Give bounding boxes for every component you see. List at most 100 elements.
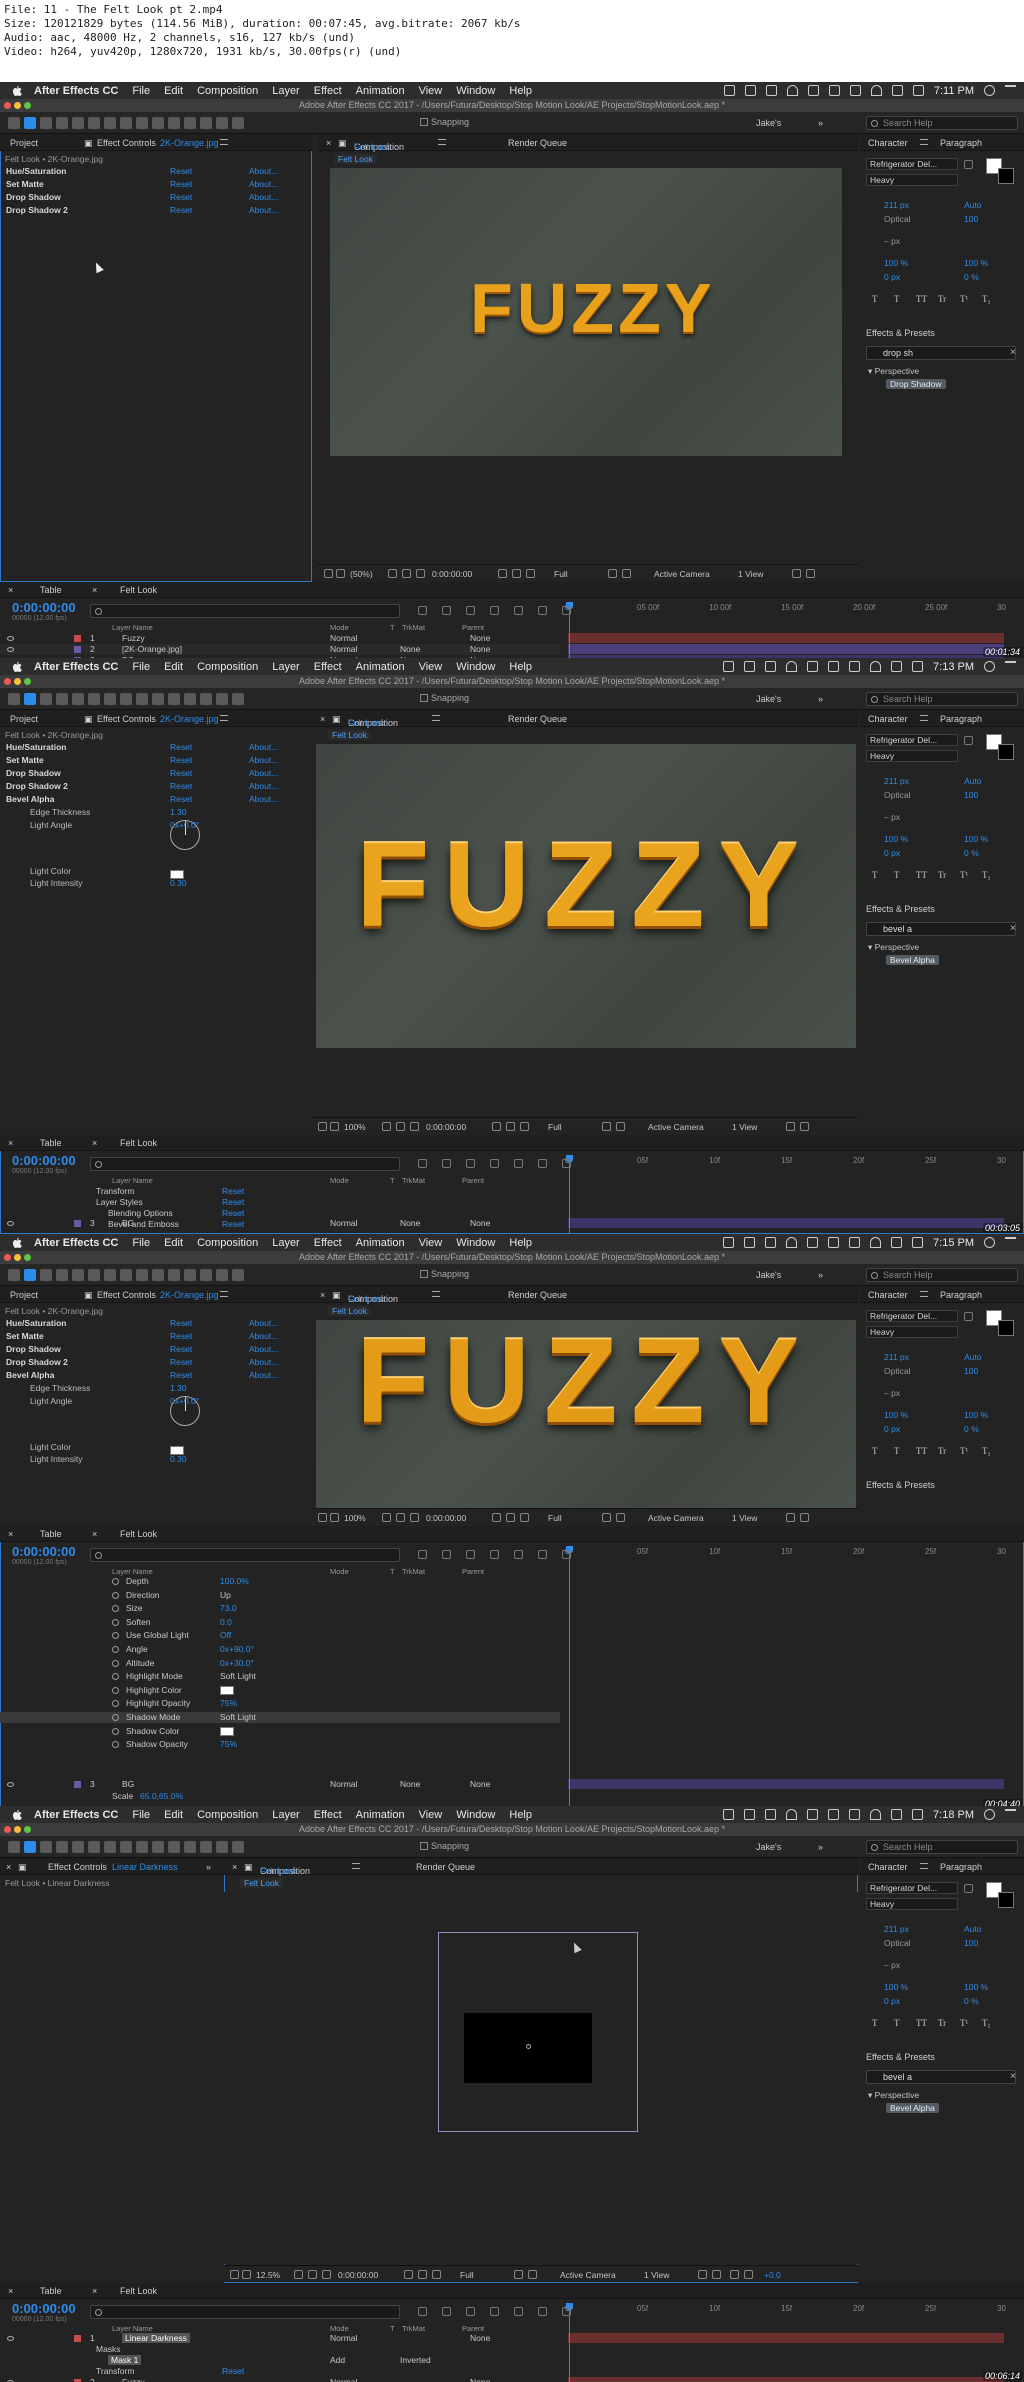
snapping-toggle[interactable]: Snapping: [420, 1269, 469, 1279]
motion-blur-icon[interactable]: [514, 1159, 523, 1168]
reset-button[interactable]: Reset: [170, 1357, 192, 1367]
effect-row[interactable]: Drop Shadow Reset About...: [6, 1344, 306, 1355]
workspace-name[interactable]: Jake's: [756, 694, 781, 704]
snapshot-icon[interactable]: [492, 1513, 501, 1522]
effect-param-row[interactable]: Light Color: [6, 866, 306, 877]
layer-mode-dropdown[interactable]: Normal: [330, 633, 357, 643]
selection-tool-icon[interactable]: [24, 693, 36, 705]
mask-visibility-icon[interactable]: [242, 2270, 251, 2279]
leading-value[interactable]: Auto: [964, 1352, 982, 1362]
menu-item-composition[interactable]: Composition: [197, 1809, 258, 1821]
effect-row[interactable]: Drop Shadow Reset About...: [6, 768, 306, 779]
viewer-current-time[interactable]: 0:00:00:00: [426, 1122, 466, 1132]
puppet-tool-icon[interactable]: [232, 117, 244, 129]
mask-visibility-icon[interactable]: [330, 1122, 339, 1131]
channel-icon[interactable]: [520, 1122, 529, 1131]
layer-style-property-row[interactable]: Depth 100.0%: [0, 1576, 560, 1587]
tab-render-queue[interactable]: Render Queue: [508, 714, 567, 724]
stroke-width-value[interactable]: – px: [884, 1388, 900, 1398]
preset-item[interactable]: Bevel Alpha: [886, 2103, 939, 2113]
property-value[interactable]: 75%: [220, 1739, 237, 1749]
type-tool-icon[interactable]: [152, 117, 164, 129]
effect-row[interactable]: Set Matte Reset About...: [6, 755, 306, 766]
viewer-current-time[interactable]: 0:00:00:00: [432, 569, 472, 579]
spotlight-icon[interactable]: [984, 1237, 995, 1248]
property-name[interactable]: Size: [126, 1603, 143, 1613]
display-icon[interactable]: [723, 85, 735, 96]
eraser-tool-icon[interactable]: [200, 1841, 212, 1853]
effect-param-row[interactable]: Edge Thickness 1.30: [6, 1383, 306, 1394]
tab-project[interactable]: Project: [10, 138, 38, 148]
tab-character[interactable]: Character: [868, 138, 908, 148]
search-help-input[interactable]: Search Help: [866, 1840, 1018, 1854]
effect-row[interactable]: Set Matte Reset About...: [6, 1331, 306, 1342]
preset-item[interactable]: Bevel Alpha: [886, 955, 939, 965]
trkmat-dropdown[interactable]: None: [400, 644, 420, 654]
always-preview-icon[interactable]: [318, 1122, 327, 1131]
text-style-button[interactable]: T: [894, 2018, 900, 2028]
close-window-button[interactable]: [4, 1826, 11, 1833]
rotate-tool-icon[interactable]: [72, 117, 84, 129]
channel-icon[interactable]: [432, 2270, 441, 2279]
camera-tool-icon[interactable]: [88, 117, 100, 129]
property-name[interactable]: Use Global Light: [126, 1630, 189, 1640]
layer-mode-dropdown[interactable]: Normal: [330, 1218, 357, 1228]
type-tool-icon[interactable]: [152, 1841, 164, 1853]
region-of-interest-icon[interactable]: [308, 2270, 317, 2279]
effects-presets-title[interactable]: Effects & Presets: [866, 2052, 935, 2062]
zoom-window-button[interactable]: [24, 102, 31, 109]
panel-menu-icon[interactable]: [920, 715, 928, 721]
col-layer-name[interactable]: Layer Name: [112, 1176, 153, 1185]
pan-behind-tool-icon[interactable]: [104, 1269, 116, 1281]
panel-menu-icon[interactable]: [432, 715, 440, 721]
cloud-icon[interactable]: [786, 1809, 798, 1820]
stopwatch-icon[interactable]: [112, 1686, 119, 1694]
menu-item-effect[interactable]: Effect: [314, 85, 342, 97]
snapshot-icon[interactable]: [404, 2270, 413, 2279]
about-link[interactable]: About...: [249, 1344, 278, 1354]
expand-workspaces-icon[interactable]: »: [818, 1842, 823, 1852]
parent-dropdown[interactable]: Inverted: [400, 2355, 431, 2365]
font-size-value[interactable]: 211 px: [884, 776, 909, 786]
clone-stamp-tool-icon[interactable]: [184, 693, 196, 705]
param-value[interactable]: 0x+0.0°: [170, 1396, 199, 1406]
camera-view-dropdown[interactable]: Active Camera: [560, 2270, 616, 2280]
property-name[interactable]: Shadow Opacity: [126, 1739, 188, 1749]
property-name[interactable]: Shadow Color: [126, 1726, 179, 1736]
adjust-icon[interactable]: [562, 1159, 571, 1168]
clone-stamp-tool-icon[interactable]: [184, 1841, 196, 1853]
panel-menu-icon[interactable]: [920, 1291, 928, 1297]
close-icon[interactable]: ×: [232, 1862, 237, 1872]
draft-3d-icon[interactable]: [442, 606, 451, 615]
kerning-value[interactable]: Optical: [884, 1938, 910, 1948]
camera-tool-icon[interactable]: [88, 693, 100, 705]
battery-icon[interactable]: [912, 1809, 924, 1820]
playhead[interactable]: [569, 611, 570, 658]
layer-row[interactable]: 1 Fuzzy Normal None: [0, 633, 560, 644]
effect-name[interactable]: Set Matte: [6, 179, 44, 189]
leading-value[interactable]: Auto: [964, 776, 982, 786]
view-layout-dropdown[interactable]: 1 View: [732, 1513, 757, 1523]
frame-blend-icon[interactable]: [490, 1159, 499, 1168]
expand-arrow-icon[interactable]: ▾: [868, 366, 875, 376]
layer-bar-fuzzy[interactable]: [568, 2377, 1004, 2382]
motion-blur-icon[interactable]: [514, 606, 523, 615]
close-icon[interactable]: ×: [8, 2286, 13, 2296]
current-time[interactable]: 0:00:00:00: [12, 600, 76, 615]
layer-bar-fuzzy[interactable]: [568, 633, 1004, 643]
time-machine-icon[interactable]: [828, 85, 840, 96]
eraser-tool-icon[interactable]: [200, 117, 212, 129]
apple-icon[interactable]: [10, 1808, 24, 1822]
view-layout-dropdown[interactable]: 1 View: [738, 569, 763, 579]
reset-button[interactable]: Reset: [222, 1186, 244, 1196]
panel-menu-icon[interactable]: [432, 1291, 440, 1297]
roto-brush-tool-icon[interactable]: [216, 117, 228, 129]
about-link[interactable]: About...: [249, 205, 278, 215]
rotate-tool-icon[interactable]: [72, 1841, 84, 1853]
text-style-button[interactable]: T: [894, 1446, 900, 1456]
about-link[interactable]: About...: [249, 166, 278, 176]
motion-blur-icon[interactable]: [514, 1550, 523, 1559]
effect-param-row[interactable]: Light Intensity 0.30: [6, 1454, 306, 1465]
close-icon[interactable]: ×: [92, 2286, 97, 2296]
home-icon[interactable]: [8, 1269, 20, 1281]
